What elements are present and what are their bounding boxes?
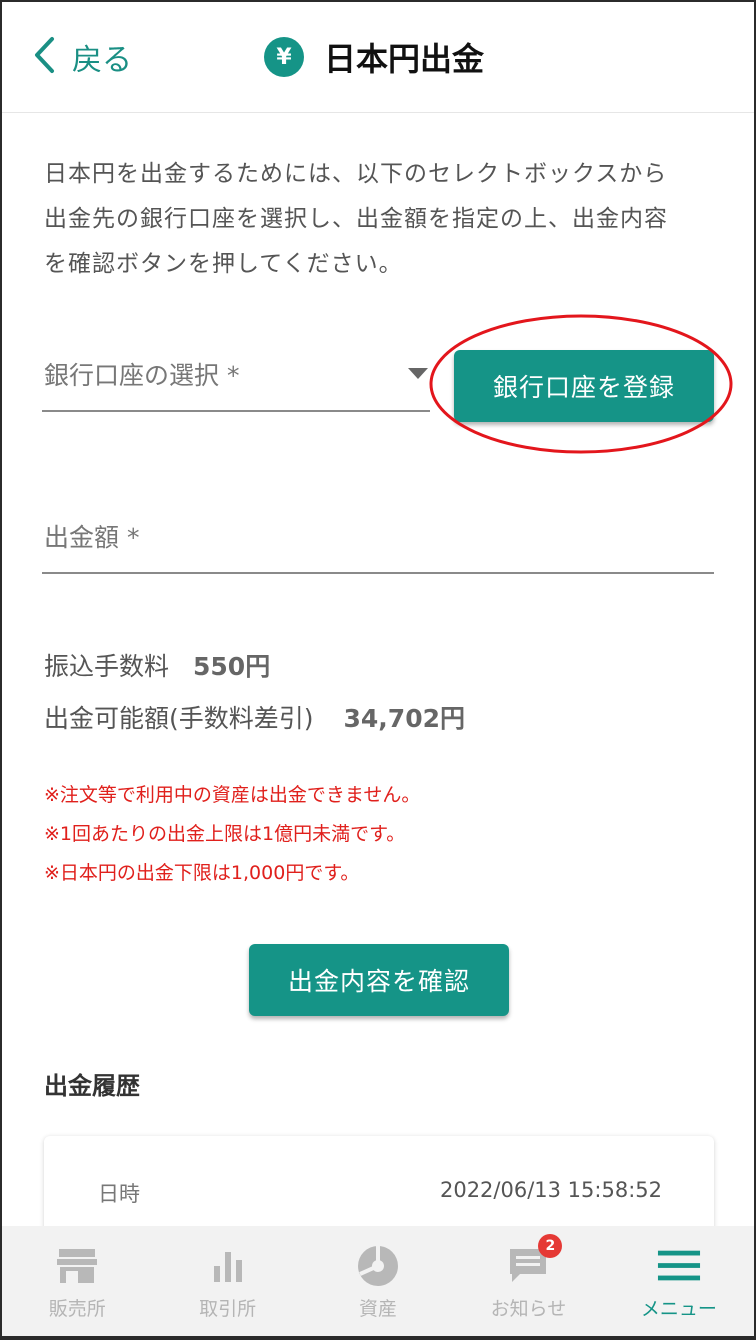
yen-icon: ¥: [264, 37, 304, 77]
available-amount-label: 出金可能額(手数料差引): [44, 704, 314, 733]
withdrawal-amount-placeholder: 出金額 *: [44, 523, 140, 552]
back-button[interactable]: 戻る: [32, 35, 132, 79]
history-date-label: 日時: [98, 1182, 140, 1206]
warning-note: ※1回あたりの出金上限は1億円未満です。: [44, 823, 406, 845]
bank-account-select-placeholder: 銀行口座の選択 *: [44, 361, 240, 390]
withdrawal-amount-input[interactable]: 出金額 *: [42, 504, 714, 574]
instructions-line-1: 日本円を出金するためには、以下のセレクトボックスから: [44, 161, 668, 187]
warning-notes: ※注文等で利用中の資産は出金できません。 ※1回あたりの出金上限は1億円未満です…: [44, 776, 420, 893]
app-header: 戻る ¥ 日本円出金: [2, 2, 754, 113]
transfer-fee-label: 振込手数料: [44, 652, 170, 681]
instructions-line-2: 出金先の銀行口座を選択し、出金額を指定の上、出金内容: [44, 206, 668, 232]
nav-label-notifications: お知らせ: [490, 1298, 567, 1320]
bank-account-select[interactable]: 銀行口座の選択 *: [42, 342, 430, 412]
nav-item-store[interactable]: 販売所: [2, 1226, 152, 1336]
instructions-line-3: を確認ボタンを押してください。: [44, 251, 403, 277]
history-date-value: 2022/06/13 15:58:52: [439, 1178, 662, 1202]
register-bank-account-button[interactable]: 銀行口座を登録: [454, 350, 714, 422]
warning-note: ※日本円の出金下限は1,000円です。: [44, 862, 360, 884]
nav-label-store: 販売所: [48, 1298, 106, 1320]
nav-item-assets[interactable]: 資産: [303, 1226, 453, 1336]
nav-item-notifications[interactable]: 2 お知らせ: [453, 1226, 603, 1336]
pie-chart-icon: [356, 1246, 400, 1286]
bar-chart-icon: [206, 1246, 250, 1286]
available-amount-value: 34,702円: [343, 704, 465, 733]
page-title-group: ¥ 日本円出金: [264, 35, 484, 79]
transfer-fee-row: 振込手数料 550円: [44, 642, 270, 688]
hamburger-menu-icon: [657, 1246, 701, 1286]
chevron-left-icon: [32, 35, 58, 79]
dropdown-caret-icon: [408, 368, 428, 379]
instructions-text: 日本円を出金するためには、以下のセレクトボックスから 出金先の銀行口座を選択し、…: [44, 152, 714, 287]
nav-label-exchange: 取引所: [199, 1298, 257, 1320]
notification-badge: 2: [538, 1234, 563, 1258]
bottom-nav: 販売所 取引所 資産 2 お知らせ メニュー: [2, 1226, 754, 1336]
available-amount-row: 出金可能額(手数料差引) 34,702円: [44, 692, 465, 742]
nav-item-exchange[interactable]: 取引所: [152, 1226, 302, 1336]
page-title: 日本円出金: [324, 40, 485, 78]
warning-note: ※注文等で利用中の資産は出金できません。: [44, 784, 421, 806]
transfer-fee-value: 550円: [193, 652, 271, 681]
screen: 戻る ¥ 日本円出金 日本円を出金するためには、以下のセレクトボックスから 出金…: [2, 2, 754, 1336]
back-label: 戻る: [72, 43, 132, 78]
confirm-withdrawal-button[interactable]: 出金内容を確認: [249, 944, 509, 1016]
nav-item-menu[interactable]: メニュー: [604, 1226, 754, 1336]
nav-label-assets: 資産: [359, 1298, 398, 1320]
store-icon: [55, 1246, 99, 1286]
nav-label-menu: メニュー: [640, 1298, 717, 1320]
history-title: 出金履歴: [44, 1072, 140, 1100]
message-icon: 2: [506, 1234, 563, 1286]
